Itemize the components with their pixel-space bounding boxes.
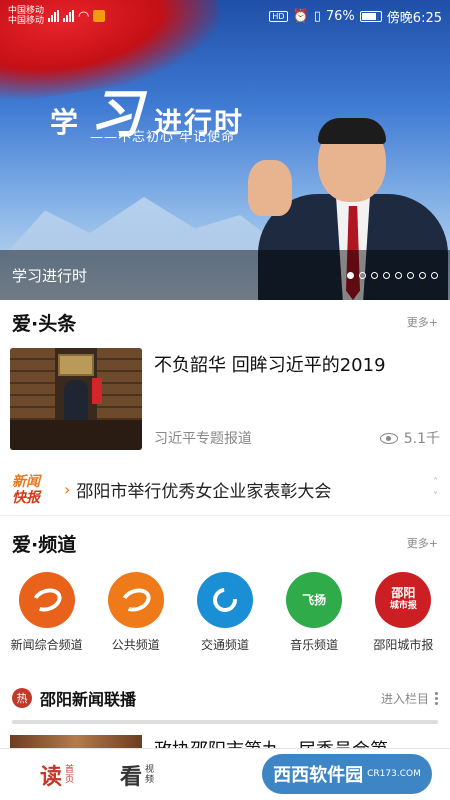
city-paper-icon-text-2: 城市报 [389, 601, 417, 611]
hot-section-header: 热 邵阳新闻联播 进入栏目 [0, 678, 450, 718]
chevron-down-icon[interactable]: ˅ [433, 490, 438, 504]
alarm-icon: ⏰ [292, 8, 309, 24]
battery-icon [359, 10, 382, 22]
carrier-1: 中国移动 [8, 6, 45, 16]
channel-list: 新闻综合频道 公共频道 交通频道 飞扬 音乐频道 邵阳 城市报 邵阳城市报 [0, 572, 450, 668]
news-source: 习近平专题报道 [154, 431, 252, 447]
more-options-icon[interactable] [435, 691, 438, 705]
channel-item-traffic[interactable]: 交通频道 [181, 572, 269, 668]
clock: 傍晚6:25 [386, 10, 442, 26]
news-flash-logo: 新闻 快报 [12, 471, 58, 509]
music-icon-text: 飞扬 [302, 592, 327, 607]
carousel-dot[interactable] [359, 271, 366, 279]
chevron-right-icon: › [64, 480, 71, 499]
channel-music-icon: 飞扬 [286, 572, 343, 628]
channels-title: 爱·频道 [12, 533, 77, 556]
wifi-icon: ◠ [78, 8, 90, 24]
carousel-indicator[interactable] [347, 271, 438, 279]
news-thumbnail [10, 348, 142, 450]
channels-more-link[interactable]: 更多+ [407, 535, 438, 551]
city-paper-icon-text: 邵阳 [391, 586, 416, 600]
hd-badge: HD [269, 10, 288, 22]
hot-title: 邵阳新闻联播 [40, 690, 137, 709]
carousel-dot[interactable] [347, 271, 354, 279]
tab-read-sub-1: 首 [65, 764, 75, 775]
channel-swirl-icon [18, 572, 75, 628]
carousel-dot[interactable] [431, 271, 438, 279]
eye-icon [379, 432, 398, 444]
view-count-value: 5.1千 [403, 431, 440, 447]
hot-badge: 热 [12, 688, 32, 708]
tab-read-home[interactable]: 读 首页 [40, 759, 74, 791]
carousel-dot[interactable] [383, 271, 390, 279]
carousel-dot[interactable] [395, 271, 402, 279]
slogan-left: 学 [50, 106, 81, 139]
carousel-dot[interactable] [371, 271, 378, 279]
notification-icon [93, 10, 106, 22]
signal-icon-2 [63, 10, 75, 22]
carrier-info: 中国移动 中国移动 [8, 6, 44, 26]
logo-line-2: 快报 [12, 489, 40, 506]
signal-icon [48, 10, 60, 22]
section-divider [12, 720, 438, 724]
hero-banner[interactable]: 学 习 进行时 ——不忘初心 牢记使命 学习进行时 [0, 0, 450, 300]
news-ticker[interactable]: 新闻 快报 › 邵阳市举行优秀女企业家表彰大会 ˄ ˅ [0, 464, 450, 516]
channel-wave-icon [196, 572, 253, 628]
watermark-brand: 西西软件园 [273, 765, 364, 786]
watermark-logo: 西西软件园 CR173.COM [262, 754, 432, 794]
watermark-url: CR173.COM [367, 769, 421, 779]
channel-label: 新闻综合频道 [10, 638, 83, 652]
enter-column-link[interactable]: 进入栏目 [381, 690, 438, 707]
channel-label: 交通频道 [200, 638, 249, 652]
chevron-up-icon[interactable]: ˄ [433, 476, 438, 490]
tab-watch-sub-2: 频 [145, 774, 155, 785]
headline-news-card[interactable]: 不负韶华 回眸习近平的2019 习近平专题报道 5.1千 [0, 342, 450, 458]
channel-item-public[interactable]: 公共频道 [92, 572, 180, 668]
ticker-text[interactable]: 邵阳市举行优秀女企业家表彰大会 [76, 477, 433, 502]
channel-item-city-paper[interactable]: 邵阳 城市报 邵阳城市报 [359, 572, 447, 668]
vibrate-icon: ▯ [313, 8, 321, 24]
channel-item-music[interactable]: 飞扬 音乐频道 [270, 572, 358, 668]
carousel-dot[interactable] [407, 271, 414, 279]
tab-read-sub-2: 页 [65, 774, 75, 785]
channel-item-news[interactable]: 新闻综合频道 [3, 572, 91, 668]
tab-watch-sub-1: 视 [145, 764, 155, 775]
ticker-nav[interactable]: ˄ ˅ [433, 476, 438, 504]
headlines-header: 爱·头条 更多+ [0, 302, 450, 342]
headlines-more-link[interactable]: 更多+ [407, 314, 438, 330]
tab-read-label: 读 [40, 763, 63, 790]
banner-caption-bar: 学习进行时 [0, 250, 450, 300]
news-title: 不负韶华 回眸习近平的2019 [154, 355, 386, 376]
status-bar: 中国移动 中国移动 ◠ HD ⏰ ▯ 76% 傍晚6:25 [0, 0, 450, 32]
headlines-title: 爱·头条 [12, 312, 77, 335]
channel-label: 邵阳城市报 [373, 638, 434, 652]
channel-city-paper-icon: 邵阳 城市报 [375, 572, 432, 628]
banner-caption: 学习进行时 [12, 266, 88, 285]
enter-column-label: 进入栏目 [380, 691, 429, 706]
tab-watch-video[interactable]: 看 视频 [120, 759, 154, 791]
logo-line-1: 新闻 [12, 473, 40, 490]
tab-watch-label: 看 [120, 763, 143, 790]
channel-swirl-icon [107, 572, 164, 628]
channel-label: 公共频道 [111, 638, 160, 652]
channels-header: 爱·频道 更多+ [0, 523, 450, 563]
carousel-dot[interactable] [419, 271, 426, 279]
view-count: 5.1千 [379, 428, 440, 448]
carrier-2: 中国移动 [8, 16, 45, 26]
battery-percent: 76% [325, 8, 355, 24]
channel-label: 音乐频道 [290, 638, 339, 652]
